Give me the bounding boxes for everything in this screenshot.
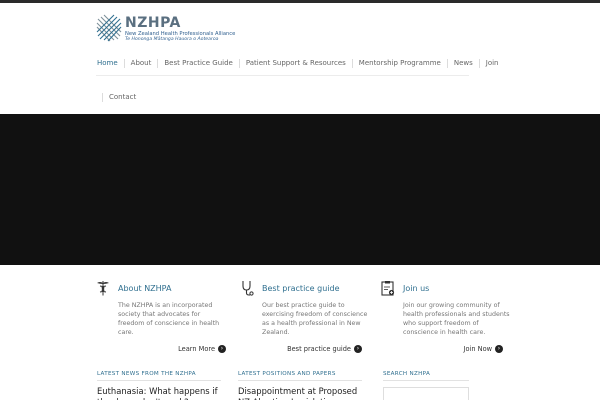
feature-body: Our best practice guide to exercising fr… (262, 302, 368, 336)
link-label: Learn More (178, 345, 215, 353)
logo-name: NZHPA (125, 14, 181, 31)
arrow-right-icon: › (218, 345, 226, 353)
column-divider (383, 380, 469, 381)
logo-maori-tagline: Te Hononga Mātanga Hauora o Aotearoa (125, 36, 219, 42)
site-logo[interactable]: NZHPA New Zealand Health Professionals A… (96, 12, 246, 46)
nav-best-practice-guide[interactable]: Best Practice Guide (158, 59, 238, 67)
search-input[interactable] (383, 387, 469, 400)
latest-positions-post-link[interactable]: Disappointment at Proposed NZ Abortion L… (238, 386, 368, 400)
feature-best-practice: Best practice guide Our best practice gu… (240, 281, 370, 353)
arrow-right-icon: › (354, 345, 362, 353)
feature-body: The NZHPA is an incorporated society tha… (118, 302, 220, 336)
feature-title: Join us (403, 283, 430, 293)
nav-news[interactable]: News (448, 59, 479, 67)
nav-about[interactable]: About (125, 59, 158, 67)
clipboard-icon (381, 281, 395, 296)
latest-news-heading: Latest News from the NZHPA (97, 371, 196, 377)
nav-contact[interactable]: Contact (103, 93, 142, 101)
nav-mentorship[interactable]: Mentorship Programme (353, 59, 447, 67)
nav-divider (96, 75, 469, 76)
logo-mark-icon (96, 14, 122, 42)
arrow-right-icon: › (495, 345, 503, 353)
feature-body: Join our growing community of health pro… (403, 302, 510, 336)
feature-title: About NZHPA (118, 283, 172, 293)
feature-join: Join us Join our growing community of he… (381, 281, 511, 353)
top-border (0, 0, 600, 3)
learn-more-link[interactable]: Learn More › (178, 345, 226, 353)
column-divider (97, 380, 221, 381)
link-label: Join Now (463, 345, 492, 353)
latest-positions-heading: Latest Positions and Papers (238, 371, 336, 377)
column-divider (238, 380, 362, 381)
link-label: Best practice guide (287, 345, 351, 353)
nav-join[interactable]: Join (480, 59, 505, 67)
nav-patient-support[interactable]: Patient Support & Resources (240, 59, 352, 67)
best-practice-guide-link[interactable]: Best practice guide › (287, 345, 362, 353)
hero-banner (0, 114, 600, 265)
search-heading: Search NZHPA (383, 371, 431, 377)
feature-title: Best practice guide (262, 283, 340, 293)
nav-home[interactable]: Home (96, 59, 124, 67)
caduceus-icon (97, 281, 109, 296)
stethoscope-icon (242, 281, 254, 296)
join-now-link[interactable]: Join Now › (464, 345, 503, 353)
latest-news-post-link[interactable]: Euthanasia: What happens if the drugs do… (97, 386, 227, 400)
feature-about: About NZHPA The NZHPA is an incorporated… (96, 281, 226, 353)
main-navigation: Home About Best Practice Guide Patient S… (96, 56, 516, 102)
